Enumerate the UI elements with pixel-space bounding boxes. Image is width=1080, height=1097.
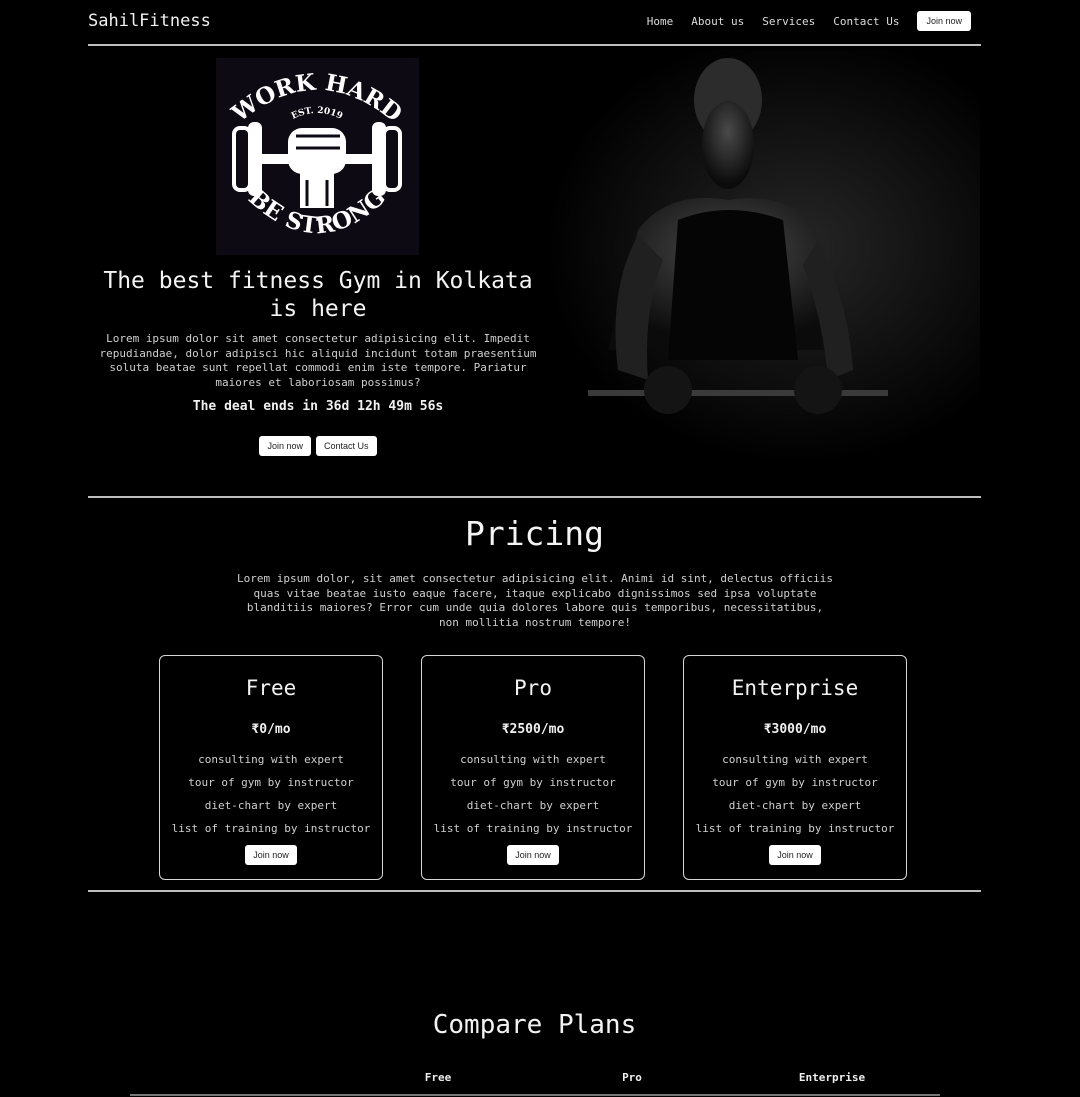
plan-card-enterprise: Enterprise ₹3000/mo consulting with expe… <box>683 655 907 880</box>
plan-features: consulting with expert tour of gym by in… <box>422 748 644 840</box>
plan-features: consulting with expert tour of gym by in… <box>160 748 382 840</box>
plan-card-free: Free ₹0/mo consulting with expert tour o… <box>159 655 383 880</box>
compare-column-pro: Pro <box>622 1071 642 1084</box>
section-divider <box>88 890 981 892</box>
nav-link-about[interactable]: About us <box>691 15 744 28</box>
pricing-title: Pricing <box>464 514 605 553</box>
plan-button-wrap: Join now <box>422 843 644 865</box>
compare-title: Compare Plans <box>432 1010 637 1040</box>
nav-links: Home About us Services Contact Us Join n… <box>647 11 971 31</box>
plan-feature: tour of gym by instructor <box>712 776 878 789</box>
hero-contact-button[interactable]: Contact Us <box>316 436 377 456</box>
plan-name: Pro <box>514 676 552 700</box>
nav-link-home[interactable]: Home <box>647 15 674 28</box>
plan-join-button[interactable]: Join now <box>507 845 559 865</box>
plan-button-wrap: Join now <box>160 843 382 865</box>
hero-description: Lorem ipsum dolor sit amet consectetur a… <box>99 332 537 389</box>
compare-table-border <box>130 1094 940 1096</box>
navbar: SahilFitness Home About us Services Cont… <box>88 0 981 46</box>
hero-buttons: Join now Contact Us <box>88 436 548 456</box>
nav-join-button[interactable]: Join now <box>917 11 971 31</box>
deal-countdown: The deal ends in 36d 12h 49m 56s <box>192 399 444 414</box>
plan-join-button[interactable]: Join now <box>245 845 297 865</box>
plan-feature: list of training by instructor <box>695 822 895 835</box>
athlete-silhouette-icon <box>588 58 888 414</box>
plan-feature: diet-chart by expert <box>466 799 600 812</box>
plan-feature: consulting with expert <box>198 753 344 766</box>
plan-name: Free <box>245 676 297 700</box>
plan-feature: list of training by instructor <box>433 822 633 835</box>
plan-feature: list of training by instructor <box>171 822 371 835</box>
plan-card-pro: Pro ₹2500/mo consulting with expert tour… <box>421 655 645 880</box>
brand-logo-text[interactable]: SahilFitness <box>88 11 211 31</box>
plan-feature: consulting with expert <box>722 753 868 766</box>
plan-name: Enterprise <box>731 676 859 700</box>
plan-feature: diet-chart by expert <box>204 799 338 812</box>
plan-price: ₹2500/mo <box>501 722 565 737</box>
nav-link-contact[interactable]: Contact Us <box>833 15 899 28</box>
plan-features: consulting with expert tour of gym by in… <box>684 748 906 840</box>
plan-feature: diet-chart by expert <box>728 799 862 812</box>
hero-title: The best fitness Gym in Kolkata is here <box>103 268 533 322</box>
compare-column-free: Free <box>424 1071 452 1084</box>
plan-button-wrap: Join now <box>684 843 906 865</box>
hero-athlete-image <box>548 50 980 460</box>
pricing-description: Lorem ipsum dolor, sit amet consectetur … <box>236 572 834 630</box>
hero-join-button[interactable]: Join now <box>259 436 311 456</box>
compare-column-enterprise: Enterprise <box>798 1071 866 1084</box>
plan-feature: tour of gym by instructor <box>188 776 354 789</box>
gym-logo: WORK HARD EST. 2019 BE STRONG <box>216 58 419 255</box>
plan-join-button[interactable]: Join now <box>769 845 821 865</box>
plan-feature: tour of gym by instructor <box>450 776 616 789</box>
plan-price: ₹0/mo <box>251 722 291 737</box>
plan-price: ₹3000/mo <box>763 722 827 737</box>
section-divider <box>88 496 981 498</box>
plan-feature: consulting with expert <box>460 753 606 766</box>
nav-link-services[interactable]: Services <box>762 15 815 28</box>
work-hard-logo-icon: WORK HARD EST. 2019 BE STRONG <box>216 58 419 255</box>
